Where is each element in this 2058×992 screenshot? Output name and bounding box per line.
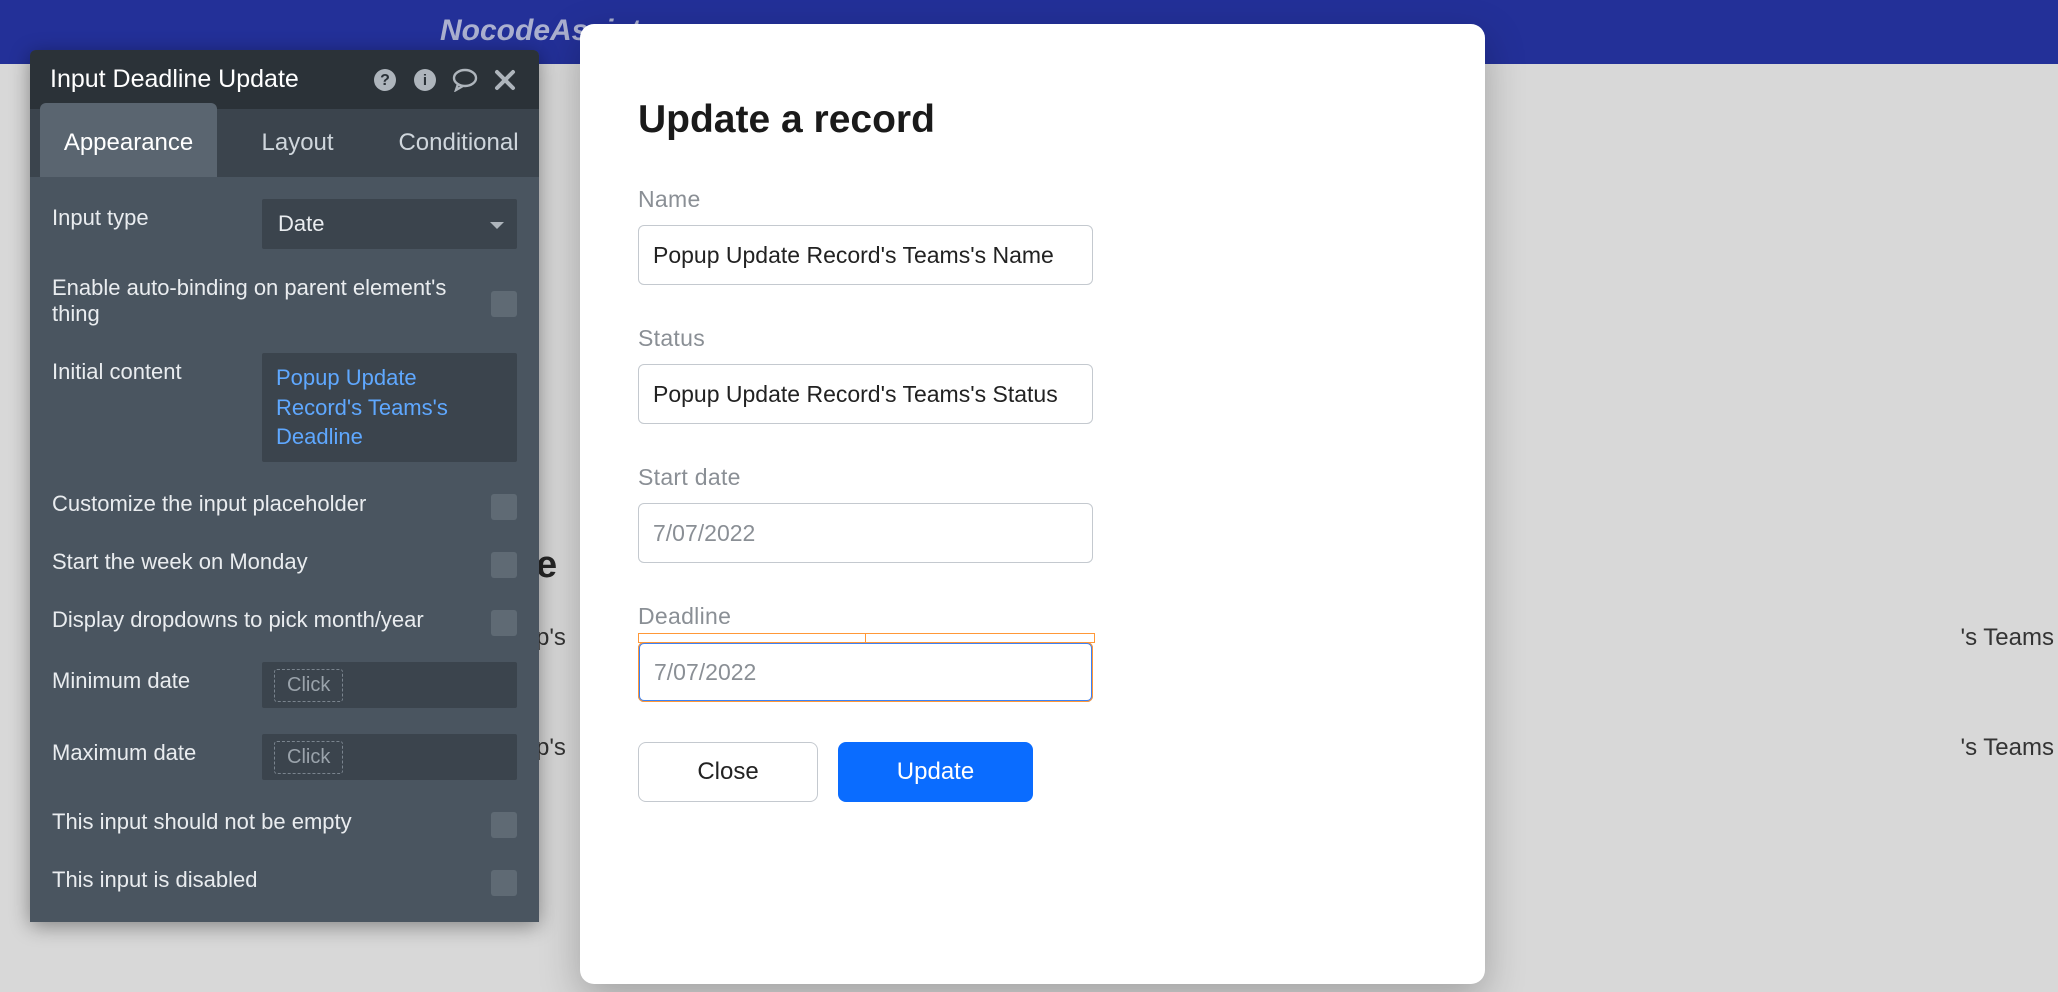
max-date-label: Maximum date bbox=[52, 734, 248, 766]
customize-placeholder-checkbox[interactable] bbox=[491, 494, 517, 520]
autobind-label: Enable auto-binding on parent element's … bbox=[52, 275, 477, 327]
name-input[interactable]: Popup Update Record's Teams's Name bbox=[638, 225, 1093, 285]
initial-content-value[interactable]: Popup Update Record's Teams's Deadline bbox=[262, 353, 517, 462]
deadline-input[interactable]: 7/07/2022 bbox=[638, 642, 1093, 702]
status-label: Status bbox=[638, 325, 1427, 352]
chevron-down-icon bbox=[489, 211, 505, 237]
close-button[interactable]: Close bbox=[638, 742, 818, 802]
input-type-label: Input type bbox=[52, 199, 248, 231]
panel-body: Input type Date Enable auto-binding on p… bbox=[30, 177, 539, 922]
input-type-select[interactable]: Date bbox=[262, 199, 517, 249]
bg-cell-fragment-1: p's bbox=[536, 624, 566, 652]
bg-cell-fragment-2: p's bbox=[536, 734, 566, 762]
property-panel-header[interactable]: Input Deadline Update ? i bbox=[30, 50, 539, 109]
disabled-checkbox[interactable] bbox=[491, 870, 517, 896]
autobind-checkbox[interactable] bbox=[491, 291, 517, 317]
tab-layout[interactable]: Layout bbox=[217, 109, 378, 177]
info-icon[interactable]: i bbox=[411, 66, 439, 94]
svg-text:?: ? bbox=[380, 72, 390, 89]
panel-title: Input Deadline Update bbox=[50, 65, 371, 94]
comment-icon[interactable] bbox=[451, 66, 479, 94]
start-week-label: Start the week on Monday bbox=[52, 549, 477, 575]
not-empty-checkbox[interactable] bbox=[491, 812, 517, 838]
help-icon[interactable]: ? bbox=[371, 66, 399, 94]
start-week-checkbox[interactable] bbox=[491, 552, 517, 578]
update-record-modal: Update a record Name Popup Update Record… bbox=[580, 24, 1485, 984]
property-panel: Input Deadline Update ? i Appearance Lay… bbox=[30, 50, 539, 922]
max-date-input[interactable]: Click bbox=[262, 734, 517, 780]
start-date-label: Start date bbox=[638, 464, 1427, 491]
close-icon[interactable] bbox=[491, 66, 519, 94]
start-date-input[interactable]: 7/07/2022 bbox=[638, 503, 1093, 563]
initial-content-label: Initial content bbox=[52, 353, 248, 385]
disabled-label: This input is disabled bbox=[52, 867, 477, 893]
update-button[interactable]: Update bbox=[838, 742, 1033, 802]
bg-right-fragment-1: 's Teams bbox=[1960, 624, 2054, 652]
status-input[interactable]: Popup Update Record's Teams's Status bbox=[638, 364, 1093, 424]
bg-heading-fragment: e bbox=[536, 544, 557, 587]
tab-appearance[interactable]: Appearance bbox=[40, 103, 217, 177]
min-date-input[interactable]: Click bbox=[262, 662, 517, 708]
modal-title: Update a record bbox=[638, 98, 1427, 142]
bg-right-fragment-2: 's Teams bbox=[1960, 734, 2054, 762]
svg-text:i: i bbox=[423, 72, 427, 89]
name-label: Name bbox=[638, 186, 1427, 213]
panel-tabs: Appearance Layout Conditional bbox=[30, 109, 539, 177]
tab-conditional[interactable]: Conditional bbox=[378, 109, 539, 177]
selection-handles[interactable] bbox=[638, 633, 1095, 643]
not-empty-label: This input should not be empty bbox=[52, 809, 477, 835]
display-dropdowns-label: Display dropdowns to pick month/year bbox=[52, 607, 477, 633]
customize-placeholder-label: Customize the input placeholder bbox=[52, 491, 477, 517]
display-dropdowns-checkbox[interactable] bbox=[491, 610, 517, 636]
min-date-label: Minimum date bbox=[52, 662, 248, 694]
deadline-label: Deadline bbox=[638, 603, 1427, 630]
